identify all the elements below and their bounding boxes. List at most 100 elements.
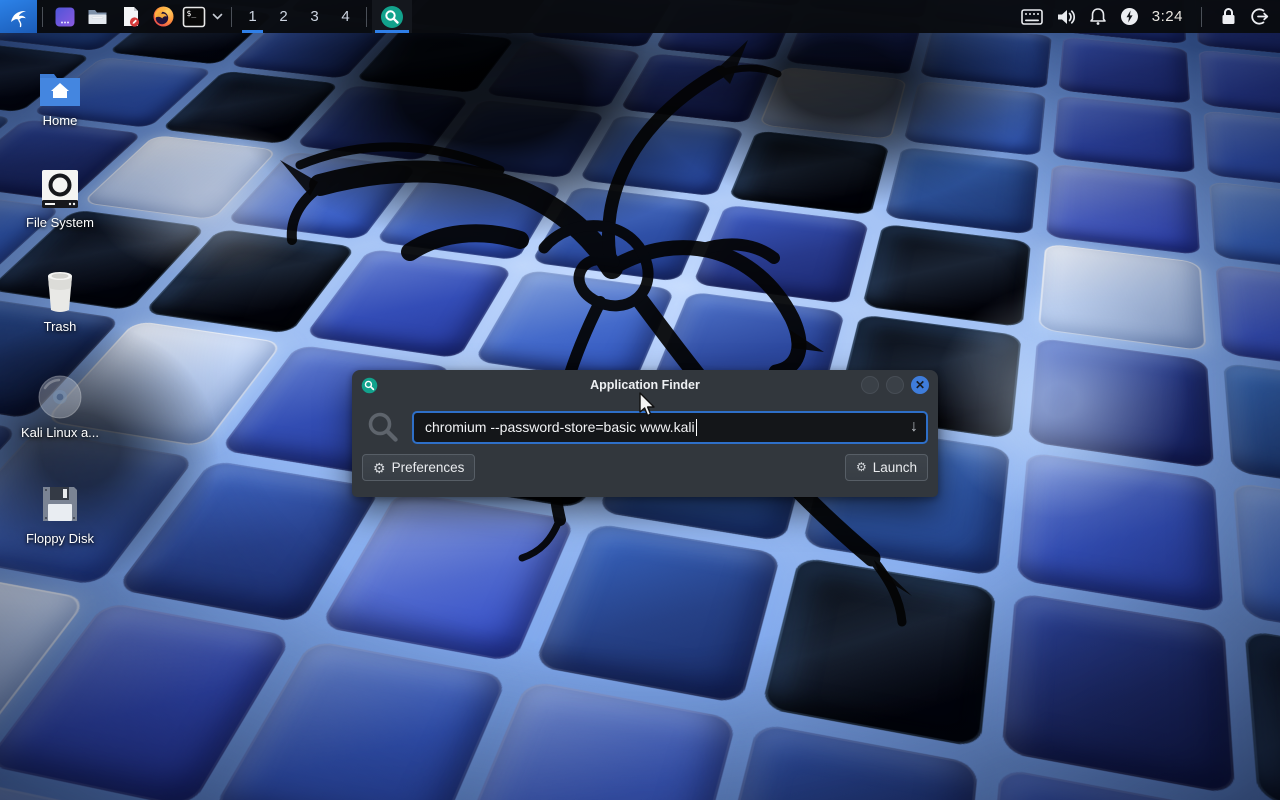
search-icon [366, 410, 400, 444]
launch-button[interactable]: ⚙ Launch [845, 454, 928, 481]
maximize-button[interactable] [886, 376, 904, 394]
launch-button-label: Launch [873, 460, 917, 475]
workspace-label: 1 [248, 8, 256, 25]
svg-text:$_: $_ [187, 9, 197, 18]
cube-tile [1203, 111, 1280, 192]
chevron-down-icon [212, 13, 223, 20]
cube-tile [728, 130, 889, 215]
dropdown-arrow-icon[interactable]: ↓ [902, 419, 918, 435]
terminal-launcher[interactable]: $_ [180, 0, 208, 33]
cd-disc-icon [37, 374, 83, 420]
hard-drive-icon [39, 168, 81, 210]
bell-icon [1089, 7, 1107, 26]
home-folder-icon [37, 70, 83, 108]
cube-tile [1038, 243, 1206, 352]
desktop-icon-file-system[interactable]: File System [12, 160, 108, 230]
floppy-disk-icon [38, 482, 82, 526]
search-row: chromium --password-store=basic www.kali… [352, 400, 938, 450]
panel-right-section: 3:24 [1021, 0, 1280, 33]
workspace-1-button[interactable]: 1 [237, 0, 268, 33]
panel-separator [231, 7, 232, 27]
file-manager-launcher[interactable] [81, 0, 114, 33]
preferences-button[interactable]: ⚙ Preferences [362, 454, 475, 481]
desktop-icon-kali-cd[interactable]: Kali Linux a... [12, 370, 108, 440]
panel-left-section: $_ 1 2 3 4 [0, 0, 412, 33]
volume-indicator[interactable] [1056, 8, 1076, 26]
cube-tile [533, 523, 780, 705]
workspace-label: 2 [279, 8, 287, 25]
cube-tile [692, 204, 868, 304]
close-button[interactable]: ✕ [911, 376, 929, 394]
window-title: Application Finder [352, 378, 938, 392]
notifications-indicator[interactable] [1089, 7, 1107, 26]
cube-tile [578, 115, 744, 197]
panel-separator [366, 7, 367, 27]
cube-tile [1028, 338, 1213, 469]
minimize-button[interactable] [861, 376, 879, 394]
window-controls: ✕ [861, 376, 929, 394]
cube-tile [473, 270, 675, 385]
text-editor-launcher[interactable] [114, 0, 147, 33]
panel-separator [1201, 7, 1202, 27]
top-panel: $_ 1 2 3 4 [0, 0, 1280, 33]
applications-menu-button[interactable] [0, 0, 37, 33]
firefox-icon [152, 5, 175, 28]
workspace-4-button[interactable]: 4 [330, 0, 361, 33]
gear-icon: ⚙ [373, 461, 386, 475]
cube-tile [1223, 363, 1280, 500]
application-finder-window: Application Finder ✕ chromium --password… [352, 370, 938, 497]
desktop-icon-trash[interactable]: Trash [12, 264, 108, 334]
desktop-icon-floppy-disk[interactable]: Floppy Disk [12, 476, 108, 546]
cube-tile [760, 556, 996, 748]
application-finder-taskbar-button[interactable] [372, 0, 412, 33]
desktop-icon-home[interactable]: Home [12, 58, 108, 128]
cube-tile [619, 53, 771, 123]
cube-tile [1198, 50, 1280, 120]
desktop-icon-label: Floppy Disk [26, 531, 94, 546]
cube-tile [1046, 164, 1200, 255]
panel-clock[interactable]: 3:24 [1152, 8, 1183, 25]
logout-icon [1250, 7, 1270, 26]
lock-icon [1220, 7, 1237, 26]
dialog-button-row: ⚙ Preferences ⚙ Launch [352, 450, 938, 481]
command-input[interactable]: chromium --password-store=basic www.kali… [412, 411, 928, 444]
text-caret [696, 419, 697, 436]
power-manager-indicator[interactable] [1120, 7, 1139, 26]
firefox-launcher[interactable] [147, 0, 180, 33]
dashboard-launcher[interactable] [48, 0, 81, 33]
titlebar[interactable]: Application Finder ✕ [352, 370, 938, 400]
keyboard-indicator[interactable] [1021, 9, 1043, 25]
logout-button[interactable] [1250, 7, 1270, 26]
folder-icon [86, 5, 109, 28]
cube-tile [759, 67, 907, 140]
text-editor-icon [120, 5, 142, 28]
application-finder-icon [380, 5, 404, 29]
terminal-dropdown-button[interactable] [208, 0, 226, 33]
cube-tile [530, 186, 712, 282]
cube-tile [1059, 37, 1190, 104]
lock-screen-button[interactable] [1220, 7, 1237, 26]
cube-tile [1053, 95, 1195, 173]
cube-tile [919, 24, 1051, 89]
cube-tile [1244, 629, 1280, 800]
command-input-value: chromium --password-store=basic www.kali [425, 419, 695, 435]
desktop-icon-label: Home [43, 113, 78, 128]
close-icon: ✕ [915, 379, 925, 391]
speaker-icon [1056, 8, 1076, 26]
cube-tile [862, 223, 1032, 327]
workspace-label: 3 [310, 8, 318, 25]
cube-tile [1232, 482, 1280, 652]
application-finder-window-icon [361, 377, 378, 394]
desktop-icon-label: Kali Linux a... [21, 425, 99, 440]
cube-tile [1001, 592, 1234, 795]
workspace-label: 4 [341, 8, 349, 25]
trash-can-icon [38, 268, 82, 314]
desktop-icon-label: Trash [44, 319, 77, 334]
dashboard-icon [54, 6, 76, 28]
terminal-icon: $_ [182, 6, 206, 28]
cube-tile [903, 81, 1046, 156]
run-gears-icon: ⚙ [856, 461, 867, 473]
workspace-2-button[interactable]: 2 [268, 0, 299, 33]
keyboard-icon [1021, 9, 1043, 25]
workspace-3-button[interactable]: 3 [299, 0, 330, 33]
